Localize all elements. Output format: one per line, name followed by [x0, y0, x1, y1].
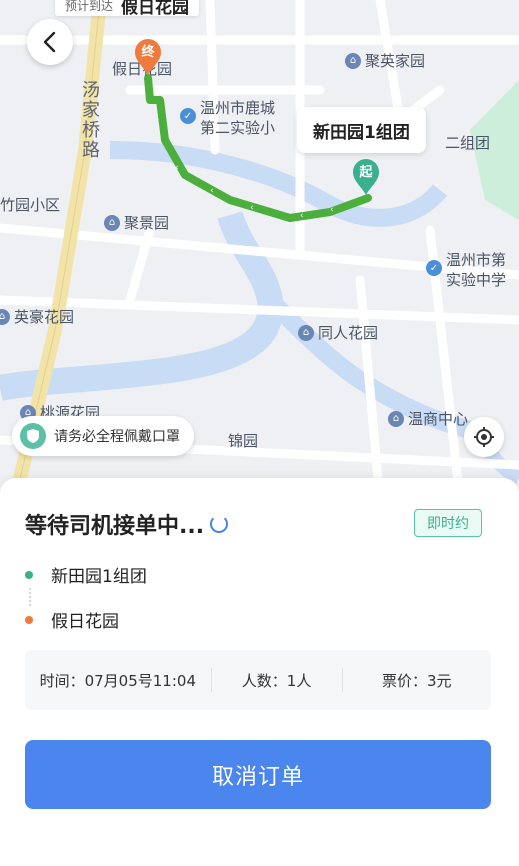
mask-tip: 请务必全程佩戴口罩: [12, 416, 194, 456]
building-icon: ⌂: [345, 52, 361, 69]
map-view[interactable]: ‹ ‹ ‹ ‹ ‹ 预计到达 假日花园 汤家桥路 假日花园 ⌂ 聚英家园 ✓ 温州市鹿城第…: [0, 0, 519, 500]
route-connector: [29, 588, 31, 606]
poi-juying: ⌂ 聚英家园: [345, 50, 425, 71]
building-icon: ⌂: [388, 410, 404, 427]
poi-lucheng: ✓ 温州市鹿城 第二实验小: [180, 98, 275, 138]
poi-erzutuan: 二组团: [445, 134, 491, 152]
mask-tip-text: 请务必全程佩戴口罩: [54, 429, 180, 445]
locate-button[interactable]: [464, 417, 504, 457]
svg-text:‹: ‹: [210, 186, 214, 196]
svg-text:‹: ‹: [250, 203, 254, 213]
origin-bubble: 新田园1组团: [297, 107, 426, 153]
back-button[interactable]: [27, 19, 73, 65]
eta-tag: 预计到达 假日花园: [55, 0, 200, 18]
origin-label: 新田园1组团: [51, 567, 147, 587]
eta-destination: 假日花园: [121, 0, 190, 18]
end-pin: 终: [133, 38, 163, 76]
trip-time: 时间：07月05号11:04: [39, 671, 196, 690]
loading-spinner-icon: [210, 515, 229, 533]
poi-tongren: ⌂ 同人花园: [298, 322, 378, 343]
status-text: 等待司机接单中...: [25, 514, 205, 539]
order-type-badge: 即时约: [414, 509, 482, 537]
svg-text:‹: ‹: [175, 163, 179, 173]
poi-zhuyuan: 竹园小区: [0, 196, 61, 214]
order-panel: 等待司机接单中... 即时约 新田园1组团 假日花园 时间：07月05号11:0…: [0, 478, 519, 866]
poi-jinyuan: 锦园: [228, 432, 259, 450]
building-icon: ⌂: [298, 324, 314, 341]
cancel-order-button[interactable]: 取消订单: [25, 740, 491, 809]
locate-icon: [474, 427, 494, 447]
shield-icon: [20, 423, 46, 449]
street-name: 汤家桥路: [79, 80, 100, 160]
trip-price: 票价：3元: [381, 671, 452, 690]
school-icon: ✓: [180, 108, 196, 124]
svg-text:‹: ‹: [300, 211, 304, 221]
poi-yinghao: ⌂ 英豪花园: [0, 306, 74, 327]
destination-dot-icon: [25, 615, 33, 624]
svg-text:‹: ‹: [330, 205, 334, 215]
order-status: 等待司机接单中...: [25, 508, 229, 540]
destination-label: 假日花园: [51, 612, 119, 632]
destination-stop: 假日花园: [25, 607, 119, 632]
school-icon: ✓: [426, 260, 442, 276]
poi-wenshang: ⌂ 温商中心: [388, 408, 468, 429]
poi-jujing: ⌂ 聚景园: [104, 212, 169, 233]
start-pin: 起: [351, 158, 381, 196]
origin-stop: 新田园1组团: [25, 562, 147, 587]
trip-people: 人数：1人: [241, 671, 312, 690]
trip-info: 时间：07月05号11:04 人数：1人 票价：3元: [25, 650, 491, 710]
building-icon: ⌂: [0, 308, 10, 325]
origin-dot-icon: [25, 570, 33, 579]
eta-label: 预计到达: [65, 0, 114, 13]
building-icon: ⌂: [104, 214, 120, 231]
chevron-left-icon: [43, 31, 56, 53]
poi-wz-right: ✓ 温州市第 实验中学: [426, 250, 506, 290]
